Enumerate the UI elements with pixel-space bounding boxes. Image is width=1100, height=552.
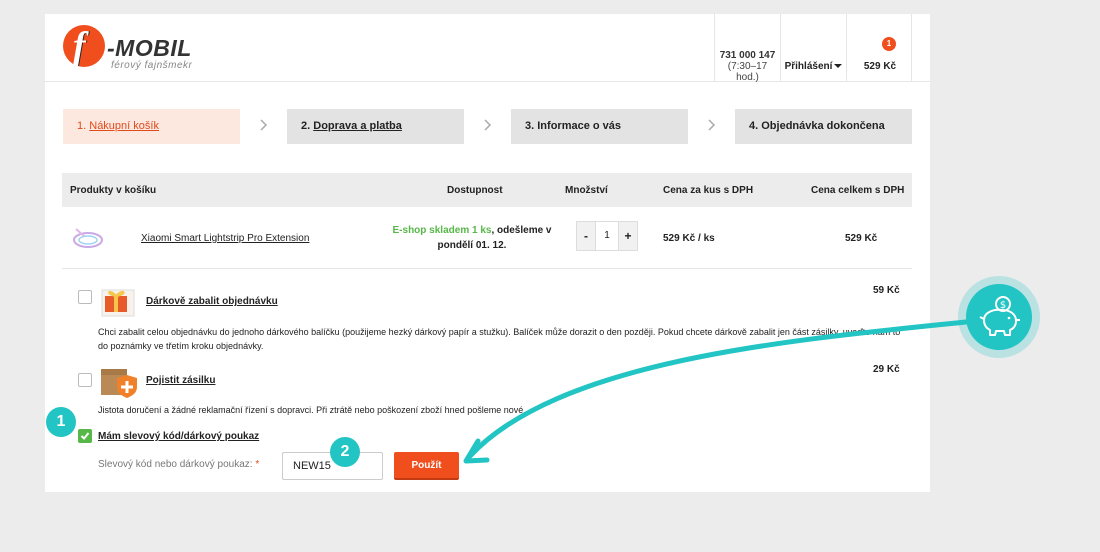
step-cart[interactable]: 1. Nákupní košík — [63, 109, 240, 144]
insurance-description: Jistota doručení a žádné reklamační říze… — [98, 405, 526, 415]
voucher-label-text: Slevový kód nebo dárkový poukaz: — [98, 459, 253, 470]
required-mark: * — [255, 459, 260, 470]
login-menu[interactable]: Přihlášení — [780, 14, 846, 82]
col-quantity: Množství — [565, 185, 608, 196]
unit-price: 529 Kč / ks — [663, 233, 715, 244]
step-done[interactable]: 4. Objednávka dokončena — [735, 109, 912, 144]
piggy-bank-badge: $ — [958, 276, 1040, 358]
cart-table-header: Produkty v košíku Dostupnost Množství Ce… — [62, 173, 912, 207]
gift-icon — [101, 289, 135, 317]
qty-value[interactable]: 1 — [596, 222, 618, 250]
logo-tagline: férový fajnšmekr — [111, 60, 193, 71]
gift-wrap-price: 59 Kč — [873, 285, 900, 296]
product-name-link[interactable]: Xiaomi Smart Lightstrip Pro Extension — [141, 233, 309, 244]
step-number: 4. — [749, 120, 759, 132]
step-badge-2: 2 — [330, 437, 360, 467]
total-price: 529 Kč — [845, 233, 878, 244]
step-number: 1. — [77, 120, 87, 132]
step-badge-1: 1 — [46, 407, 76, 437]
quantity-stepper: - 1 + — [576, 221, 638, 251]
col-unit-price: Cena za kus s DPH — [663, 185, 754, 196]
chevron-right-icon — [484, 119, 492, 131]
logo-f-letter: f — [73, 25, 86, 67]
voucher-label: Slevový kód nebo dárkový poukaz: * — [98, 459, 259, 470]
step-label: Informace o vás — [537, 120, 622, 132]
gift-wrap-checkbox[interactable] — [78, 290, 92, 304]
product-thumbnail[interactable] — [70, 225, 106, 251]
site-header: f -MOBIL férový fajnšmekr 731 000 147 (7… — [45, 14, 930, 83]
qty-minus-button[interactable]: - — [577, 222, 596, 250]
header-cart[interactable]: 1 529 Kč — [846, 14, 912, 82]
apply-voucher-button[interactable]: Použít — [394, 452, 459, 480]
voucher-title[interactable]: Mám slevový kód/dárkový poukaz — [98, 431, 259, 442]
phone-hours: (7:30–17 hod.) — [727, 61, 768, 83]
insurance-checkbox[interactable] — [78, 373, 92, 387]
gift-wrap-title[interactable]: Dárkově zabalit objednávku — [146, 296, 278, 307]
header-phone[interactable]: 731 000 147 (7:30–17 hod.) — [714, 14, 780, 83]
qty-plus-button[interactable]: + — [618, 222, 637, 250]
stock-status: E-shop skladem 1 ks — [392, 225, 492, 236]
step-label: Doprava a platba — [313, 120, 402, 132]
piggy-bank-circle: $ — [966, 284, 1032, 350]
checkout-page: f -MOBIL férový fajnšmekr 731 000 147 (7… — [45, 14, 930, 492]
col-total-price: Cena celkem s DPH — [811, 185, 905, 196]
logo-wordmark: -MOBIL — [107, 35, 192, 61]
step-number: 3. — [525, 120, 535, 132]
checkmark-icon — [80, 432, 90, 440]
step-shipping[interactable]: 2. Doprava a platba — [287, 109, 464, 144]
phone-number: 731 000 147 — [719, 50, 776, 61]
chevron-right-icon — [708, 119, 716, 131]
cart-count-badge: 1 — [882, 37, 896, 51]
gift-wrap-description: Chci zabalit celou objednávku do jednoho… — [98, 327, 901, 351]
availability: E-shop skladem 1 ks, odešleme v pondělí … — [382, 223, 562, 253]
chevron-right-icon — [260, 119, 268, 131]
logo[interactable]: f -MOBIL férový fajnšmekr — [63, 25, 223, 75]
chevron-down-icon — [834, 64, 843, 68]
step-label: Nákupní košík — [89, 120, 159, 132]
step-number: 2. — [301, 120, 311, 132]
login-label: Přihlášení — [784, 61, 833, 72]
package-shield-icon — [101, 369, 137, 398]
step-info[interactable]: 3. Informace o vás — [511, 109, 688, 144]
cart-total: 529 Kč — [863, 61, 897, 72]
voucher-checkbox[interactable] — [78, 429, 92, 443]
table-row: Xiaomi Smart Lightstrip Pro Extension E-… — [62, 207, 912, 269]
insurance-price: 29 Kč — [873, 364, 900, 375]
col-products: Produkty v košíku — [70, 185, 157, 196]
col-availability: Dostupnost — [447, 185, 503, 196]
insurance-title[interactable]: Pojistit zásilku — [146, 375, 215, 386]
step-label: Objednávka dokončena — [761, 120, 885, 132]
piggy-bank-icon: $ — [979, 296, 1020, 336]
